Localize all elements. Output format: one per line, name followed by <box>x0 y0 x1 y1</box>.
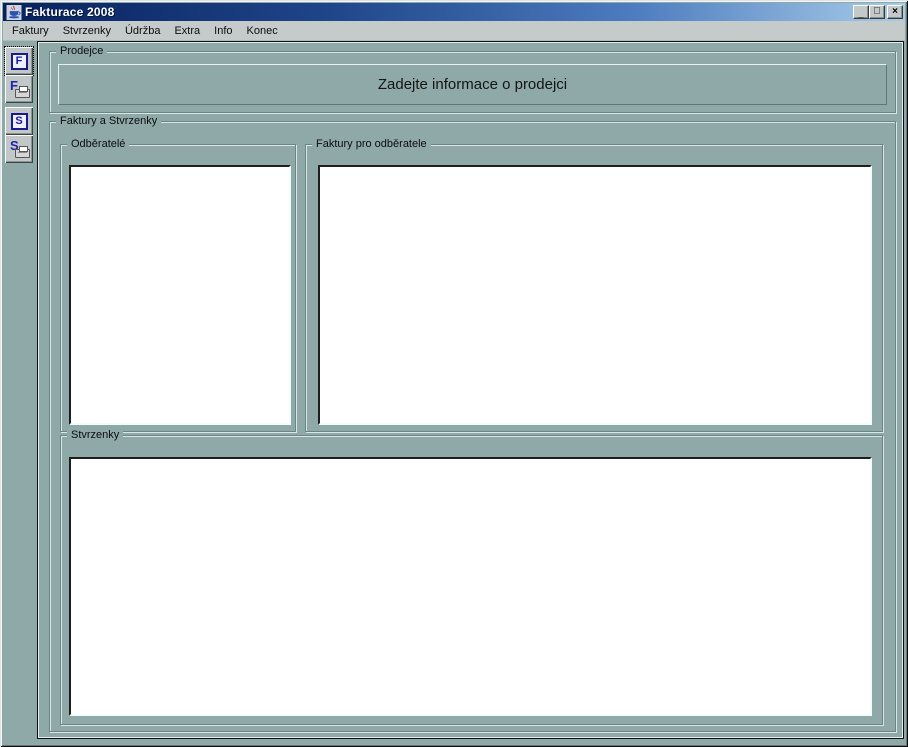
menu-extra[interactable]: Extra <box>167 23 207 39</box>
menu-udrzba[interactable]: Údržba <box>118 23 167 39</box>
menu-faktury[interactable]: Faktury <box>5 23 56 39</box>
minimize-button[interactable]: _ <box>853 5 869 19</box>
content-area: F F S S Prodejce Zadejte informace o pro… <box>3 41 905 744</box>
java-coffee-icon <box>6 4 22 20</box>
odberatele-listbox[interactable] <box>69 165 291 425</box>
menu-konec[interactable]: Konec <box>240 23 285 39</box>
left-toolbar: F F S S <box>3 41 37 744</box>
group-prodejce: Prodejce Zadejte informace o prodejci <box>49 44 896 113</box>
prodejce-message: Zadejte informace o prodejci <box>377 76 568 93</box>
group-odberatele-label: Odběratelé <box>67 137 130 151</box>
group-faktury-a-stvrzenky-label: Faktury a Stvrzenky <box>56 114 162 128</box>
maximize-button[interactable]: □ <box>869 5 885 19</box>
prodejce-message-panel: Zadejte informace o prodejci <box>58 64 887 105</box>
group-faktury-a-stvrzenky: Faktury a Stvrzenky Odběratelé Faktury p… <box>49 114 896 732</box>
group-stvrzenky: Stvrzenky <box>60 428 883 725</box>
toolbar-faktury-print-button[interactable]: F <box>5 75 33 103</box>
receipt-print-icon: S <box>8 138 30 160</box>
minimize-icon: _ <box>858 8 864 19</box>
toolbar-stvrzenky-button[interactable]: S <box>5 107 33 135</box>
stvrzenky-listbox[interactable] <box>69 457 872 716</box>
printer-icon <box>15 146 30 158</box>
group-prodejce-label: Prodejce <box>56 44 108 58</box>
main-panel: Prodejce Zadejte informace o prodejci Fa… <box>37 41 904 739</box>
menu-info[interactable]: Info <box>207 23 239 39</box>
invoice-print-icon: F <box>8 78 30 100</box>
close-icon: × <box>892 6 898 17</box>
toolbar-stvrzenky-print-button[interactable]: S <box>5 135 33 163</box>
receipt-s-icon: S <box>10 112 28 130</box>
menubar: Faktury Stvrzenky Údržba Extra Info Kone… <box>3 21 905 41</box>
group-faktury-pro-odberatele-label: Faktury pro odběratele <box>312 137 431 151</box>
maximize-icon: □ <box>873 5 881 17</box>
app-window: Fakturace 2008 _ □ × Faktury Stvrzenky Ú… <box>0 0 908 747</box>
group-odberatele: Odběratelé <box>60 137 296 432</box>
window-title: Fakturace 2008 <box>25 5 115 19</box>
titlebar[interactable]: Fakturace 2008 _ □ × <box>3 3 905 21</box>
group-faktury-pro-odberatele: Faktury pro odběratele <box>305 137 883 432</box>
toolbar-faktury-button[interactable]: F <box>4 46 34 76</box>
close-button[interactable]: × <box>887 5 903 19</box>
menu-stvrzenky[interactable]: Stvrzenky <box>56 23 118 39</box>
invoice-f-icon: F <box>10 52 28 70</box>
faktury-pro-odberatele-listbox[interactable] <box>318 165 872 425</box>
group-stvrzenky-label: Stvrzenky <box>67 428 124 442</box>
printer-icon <box>15 86 30 98</box>
